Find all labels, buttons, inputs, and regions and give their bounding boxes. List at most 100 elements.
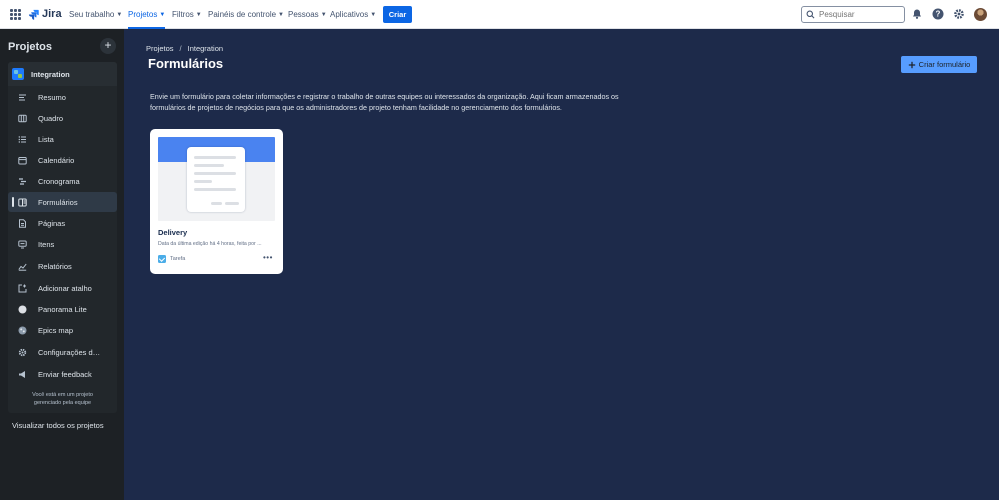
create-form-button[interactable]: Criar formulário — [901, 56, 977, 73]
sidebar-item-lista[interactable]: Lista — [8, 129, 117, 149]
sidebar-item-label: Relatórios — [38, 261, 72, 271]
list-icon — [18, 135, 26, 143]
add-project-button[interactable]: + — [100, 38, 116, 54]
pages-icon — [19, 218, 26, 228]
chevron-down-icon: ▼ — [370, 11, 377, 18]
svg-text:?: ? — [936, 10, 941, 19]
view-all-projects-link[interactable]: Visualizar todos os projetos — [12, 421, 104, 430]
sidebar-item-label: Panorama Lite — [38, 304, 87, 314]
team-managed-note-line-1: Você está em um projeto — [32, 392, 93, 398]
panorama-icon — [18, 305, 27, 313]
menu-label: Seu trabalho — [69, 10, 115, 19]
menu-label: Aplicativos — [330, 10, 369, 19]
settings-icon — [18, 348, 27, 356]
breadcrumb-integration[interactable]: Integration — [188, 44, 223, 53]
menu-pessoas[interactable]: Pessoas ▼ — [288, 0, 327, 29]
menu-label: Filtros — [172, 10, 194, 19]
search-input[interactable] — [819, 10, 904, 19]
form-last-edit: Data da última edição há 4 horas, feita … — [158, 241, 262, 247]
sidebar-item-label: Enviar feedback — [38, 369, 92, 379]
top-navigation: Jira Seu trabalho ▼ Projetos ▼ Filtros ▼ Pa… — [0, 0, 999, 29]
megaphone-icon — [19, 370, 25, 378]
chevron-down-icon: ▼ — [159, 11, 166, 18]
task-checkbox-icon — [158, 255, 166, 263]
menu-label: Projetos — [128, 10, 158, 19]
summary-icon — [19, 94, 26, 100]
more-actions-icon[interactable]: ••• — [263, 253, 273, 262]
plus-icon — [908, 61, 915, 68]
jira-logo-icon — [28, 9, 39, 20]
sidebar-item-label: Resumo — [38, 92, 66, 102]
main-content: Projetos / Integration Formulários Criar… — [124, 29, 999, 500]
sidebar-item-quadro[interactable]: Quadro — [8, 108, 117, 128]
issues-icon — [18, 240, 27, 248]
form-type: Tarefa — [158, 255, 185, 263]
sidebar-item-label: Cronograma — [38, 176, 80, 186]
search-box[interactable] — [801, 6, 905, 23]
calendar-icon — [18, 156, 27, 164]
sidebar-item-label: Páginas — [38, 218, 66, 228]
sidebar-item-label: Epics map — [38, 325, 74, 335]
chevron-down-icon: ▼ — [116, 11, 123, 18]
help-icon[interactable]: ? — [932, 8, 944, 20]
chevron-down-icon: ▼ — [195, 11, 202, 18]
add-shortcut-icon — [18, 284, 27, 292]
form-title: Delivery — [158, 228, 188, 237]
form-thumbnail — [158, 137, 275, 221]
sidebar: Projetos + Integration Resumo Quadro Lis… — [0, 29, 123, 500]
breadcrumb-projetos[interactable]: Projetos — [146, 44, 174, 53]
app-switcher-icon[interactable] — [10, 9, 21, 20]
sidebar-item-label: Itens — [38, 239, 55, 249]
chevron-down-icon: ▼ — [320, 11, 327, 18]
form-card[interactable]: Delivery Data da última edição há 4 hora… — [150, 129, 283, 274]
sidebar-item-cronograma[interactable]: Cronograma — [8, 171, 117, 191]
project-header[interactable]: Integration — [8, 62, 117, 86]
sidebar-item-label: Configurações do projeto — [38, 347, 104, 357]
menu-aplicativos[interactable]: Aplicativos ▼ — [330, 0, 376, 29]
menu-label: Painéis de controle — [208, 10, 277, 19]
sidebar-item-paginas[interactable]: Páginas — [8, 213, 117, 233]
product-name: Jira — [42, 8, 62, 20]
sidebar-item-label: Quadro — [38, 113, 64, 123]
sidebar-item-label: Lista — [38, 134, 54, 144]
settings-gear-icon[interactable] — [953, 8, 965, 20]
sidebar-item-resumo[interactable]: Resumo — [8, 87, 117, 107]
project-navigation: Integration Resumo Quadro Lista Calendár… — [8, 62, 117, 413]
jira-logo[interactable]: Jira — [28, 8, 62, 20]
sidebar-item-adicionar-atalho[interactable]: Adicionar atalho — [8, 278, 117, 298]
menu-filtros[interactable]: Filtros ▼ — [172, 0, 202, 29]
search-icon — [806, 10, 815, 19]
team-managed-note: Você está em um projeto gerenciado pela … — [8, 391, 117, 407]
menu-paineis[interactable]: Painéis de controle ▼ — [208, 0, 284, 29]
chevron-down-icon: ▼ — [278, 11, 284, 18]
sidebar-item-label: Formulários — [38, 197, 78, 207]
create-form-label: Criar formulário — [918, 60, 971, 69]
user-avatar[interactable] — [974, 8, 987, 21]
board-icon — [18, 114, 27, 122]
reports-icon — [18, 263, 27, 271]
project-name: Integration — [31, 69, 70, 79]
page-title: Formulários — [148, 56, 224, 71]
breadcrumb: Projetos / Integration — [146, 44, 223, 53]
sidebar-item-enviar-feedback[interactable]: Enviar feedback — [8, 364, 117, 384]
sidebar-item-epics-map[interactable]: Epics map — [8, 320, 117, 340]
create-button[interactable]: Criar — [383, 6, 412, 23]
sidebar-item-itens[interactable]: Itens — [8, 234, 117, 254]
forms-icon — [18, 198, 27, 206]
sidebar-item-calendario[interactable]: Calendário — [8, 150, 117, 170]
sidebar-item-configuracoes[interactable]: Configurações do projeto — [8, 342, 117, 362]
forms-description: Envie um formulário para coletar informa… — [150, 92, 619, 112]
notifications-icon[interactable] — [911, 8, 923, 20]
sidebar-item-relatorios[interactable]: Relatórios — [8, 256, 117, 276]
sidebar-item-label: Adicionar atalho — [38, 283, 92, 293]
menu-seu-trabalho[interactable]: Seu trabalho ▼ — [69, 0, 122, 29]
sidebar-item-label: Calendário — [38, 155, 75, 165]
sidebar-title: Projetos — [8, 41, 53, 53]
sidebar-item-panorama-lite[interactable]: Panorama Lite — [8, 299, 117, 319]
menu-projetos[interactable]: Projetos ▼ — [128, 0, 166, 29]
breadcrumb-separator: / — [179, 44, 182, 53]
epics-map-icon — [18, 326, 27, 334]
sidebar-item-formularios[interactable]: Formulários — [8, 192, 117, 212]
menu-label: Pessoas — [288, 10, 319, 19]
timeline-icon — [19, 177, 26, 185]
